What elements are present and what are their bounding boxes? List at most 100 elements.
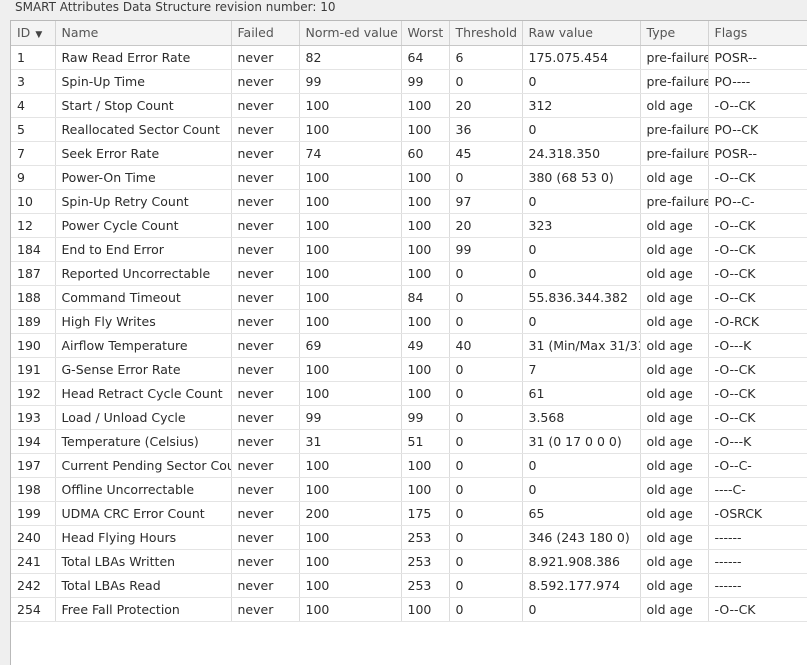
cell-worst: 100 — [401, 261, 450, 286]
column-header-norm-value[interactable]: Norm-ed value — [299, 21, 402, 46]
column-header-type[interactable]: Type — [640, 21, 709, 46]
cell-norm-value: 100 — [299, 285, 402, 310]
table-row[interactable]: 254 Free Fall Protection never 100 100 0 0 old … — [11, 597, 807, 622]
cell-id: 5 — [11, 117, 56, 142]
cell-worst: 100 — [401, 213, 450, 238]
cell-norm-value: 31 — [299, 429, 402, 454]
cell-worst: 100 — [401, 597, 450, 622]
cell-raw-value: 312 — [522, 93, 641, 118]
table-row[interactable]: 3 Spin-Up Time never 99 99 0 0 pre-failure PO---… — [11, 69, 807, 94]
cell-flags: -O--CK — [708, 213, 807, 238]
cell-worst: 100 — [401, 189, 450, 214]
column-header-worst[interactable]: Worst — [401, 21, 450, 46]
cell-raw-value: 24.318.350 — [522, 141, 641, 166]
cell-id: 192 — [11, 381, 56, 406]
cell-failed: never — [231, 501, 300, 526]
table-row[interactable]: 192 Head Retract Cycle Count never 100 100 0 6… — [11, 381, 807, 406]
column-header-id[interactable]: ID ▼ — [11, 21, 56, 46]
cell-threshold: 0 — [449, 597, 523, 622]
table-row[interactable]: 194 Temperature (Celsius) never 31 51 0 31 (0 … — [11, 429, 807, 454]
cell-threshold: 36 — [449, 117, 523, 142]
cell-norm-value: 100 — [299, 189, 402, 214]
cell-failed: never — [231, 165, 300, 190]
cell-failed: never — [231, 93, 300, 118]
table-row[interactable]: 242 Total LBAs Read never 100 253 0 8.592.177.… — [11, 573, 807, 598]
cell-type: old age — [640, 501, 709, 526]
table-row[interactable]: 4 Start / Stop Count never 100 100 20 312 old a… — [11, 93, 807, 118]
cell-flags: -O---K — [708, 429, 807, 454]
cell-norm-value: 100 — [299, 165, 402, 190]
cell-failed: never — [231, 261, 300, 286]
cell-id: 240 — [11, 525, 56, 550]
cell-type: old age — [640, 165, 709, 190]
cell-id: 191 — [11, 357, 56, 382]
cell-worst: 100 — [401, 237, 450, 262]
table-row[interactable]: 193 Load / Unload Cycle never 99 99 0 3.568 old… — [11, 405, 807, 430]
cell-type: old age — [640, 237, 709, 262]
table-row[interactable]: 199 UDMA CRC Error Count never 200 175 0 65 old… — [11, 501, 807, 526]
cell-raw-value: 8.592.177.974 — [522, 573, 641, 598]
column-header-failed[interactable]: Failed — [231, 21, 300, 46]
cell-flags: -O-RCK — [708, 309, 807, 334]
cell-name: Spin-Up Time — [55, 69, 232, 94]
table-row[interactable]: 241 Total LBAs Written never 100 253 0 8.921.9… — [11, 549, 807, 574]
cell-failed: never — [231, 333, 300, 358]
table-row[interactable]: 10 Spin-Up Retry Count never 100 100 97 0 pre-f… — [11, 189, 807, 214]
cell-name: Reported Uncorrectable — [55, 261, 232, 286]
table-row[interactable]: 5 Reallocated Sector Count never 100 100 36 0 p… — [11, 117, 807, 142]
column-header-flags[interactable]: Flags — [708, 21, 807, 46]
table-row[interactable]: 9 Power-On Time never 100 100 0 380 (68 53 0) o… — [11, 165, 807, 190]
cell-worst: 253 — [401, 525, 450, 550]
cell-flags: ------ — [708, 573, 807, 598]
table-row[interactable]: 190 Airflow Temperature never 69 49 40 31 (Min… — [11, 333, 807, 358]
table-row[interactable]: 184 End to End Error never 100 100 99 0 old age… — [11, 237, 807, 262]
table-row[interactable]: 1 Raw Read Error Rate never 82 64 6 175.075.45… — [11, 45, 807, 70]
cell-raw-value: 0 — [522, 309, 641, 334]
cell-type: old age — [640, 597, 709, 622]
cell-raw-value: 61 — [522, 381, 641, 406]
cell-type: pre-failure — [640, 141, 709, 166]
cell-norm-value: 100 — [299, 525, 402, 550]
cell-failed: never — [231, 309, 300, 334]
cell-norm-value: 100 — [299, 453, 402, 478]
table-row[interactable]: 188 Command Timeout never 100 84 0 55.836.344.… — [11, 285, 807, 310]
table-row[interactable]: 189 High Fly Writes never 100 100 0 0 old age -O… — [11, 309, 807, 334]
table-row[interactable]: 191 G-Sense Error Rate never 100 100 0 7 old ag… — [11, 357, 807, 382]
column-header-raw-value[interactable]: Raw value — [522, 21, 641, 46]
cell-flags: -O--CK — [708, 597, 807, 622]
cell-failed: never — [231, 405, 300, 430]
table-row[interactable]: 187 Reported Uncorrectable never 100 100 0 0 ol… — [11, 261, 807, 286]
cell-type: old age — [640, 477, 709, 502]
cell-name: End to End Error — [55, 237, 232, 262]
cell-threshold: 0 — [449, 165, 523, 190]
cell-worst: 100 — [401, 357, 450, 382]
cell-failed: never — [231, 429, 300, 454]
cell-name: Head Flying Hours — [55, 525, 232, 550]
cell-name: UDMA CRC Error Count — [55, 501, 232, 526]
column-header-name[interactable]: Name — [55, 21, 232, 46]
cell-name: Seek Error Rate — [55, 141, 232, 166]
cell-raw-value: 0 — [522, 237, 641, 262]
table-row[interactable]: 197 Current Pending Sector Count never 100 1… — [11, 453, 807, 478]
cell-threshold: 20 — [449, 93, 523, 118]
cell-norm-value: 200 — [299, 501, 402, 526]
cell-threshold: 0 — [449, 261, 523, 286]
cell-threshold: 99 — [449, 237, 523, 262]
cell-raw-value: 0 — [522, 453, 641, 478]
column-header-threshold[interactable]: Threshold — [449, 21, 523, 46]
table-row[interactable]: 240 Head Flying Hours never 100 253 0 346 (243… — [11, 525, 807, 550]
table-row[interactable]: 7 Seek Error Rate never 74 60 45 24.318.350 pre… — [11, 141, 807, 166]
cell-failed: never — [231, 141, 300, 166]
table-row[interactable]: 12 Power Cycle Count never 100 100 20 323 old a… — [11, 213, 807, 238]
cell-threshold: 97 — [449, 189, 523, 214]
cell-flags: POSR-- — [708, 45, 807, 70]
smart-attributes-table[interactable]: ID ▼ Name Failed Norm-ed value Worst Thre… — [10, 20, 807, 665]
cell-worst: 253 — [401, 573, 450, 598]
cell-norm-value: 100 — [299, 549, 402, 574]
table-row[interactable]: 198 Offline Uncorrectable never 100 100 0 0 old… — [11, 477, 807, 502]
cell-raw-value: 0 — [522, 261, 641, 286]
cell-name: Power Cycle Count — [55, 213, 232, 238]
cell-worst: 100 — [401, 309, 450, 334]
cell-flags: PO--CK — [708, 117, 807, 142]
cell-id: 12 — [11, 213, 56, 238]
